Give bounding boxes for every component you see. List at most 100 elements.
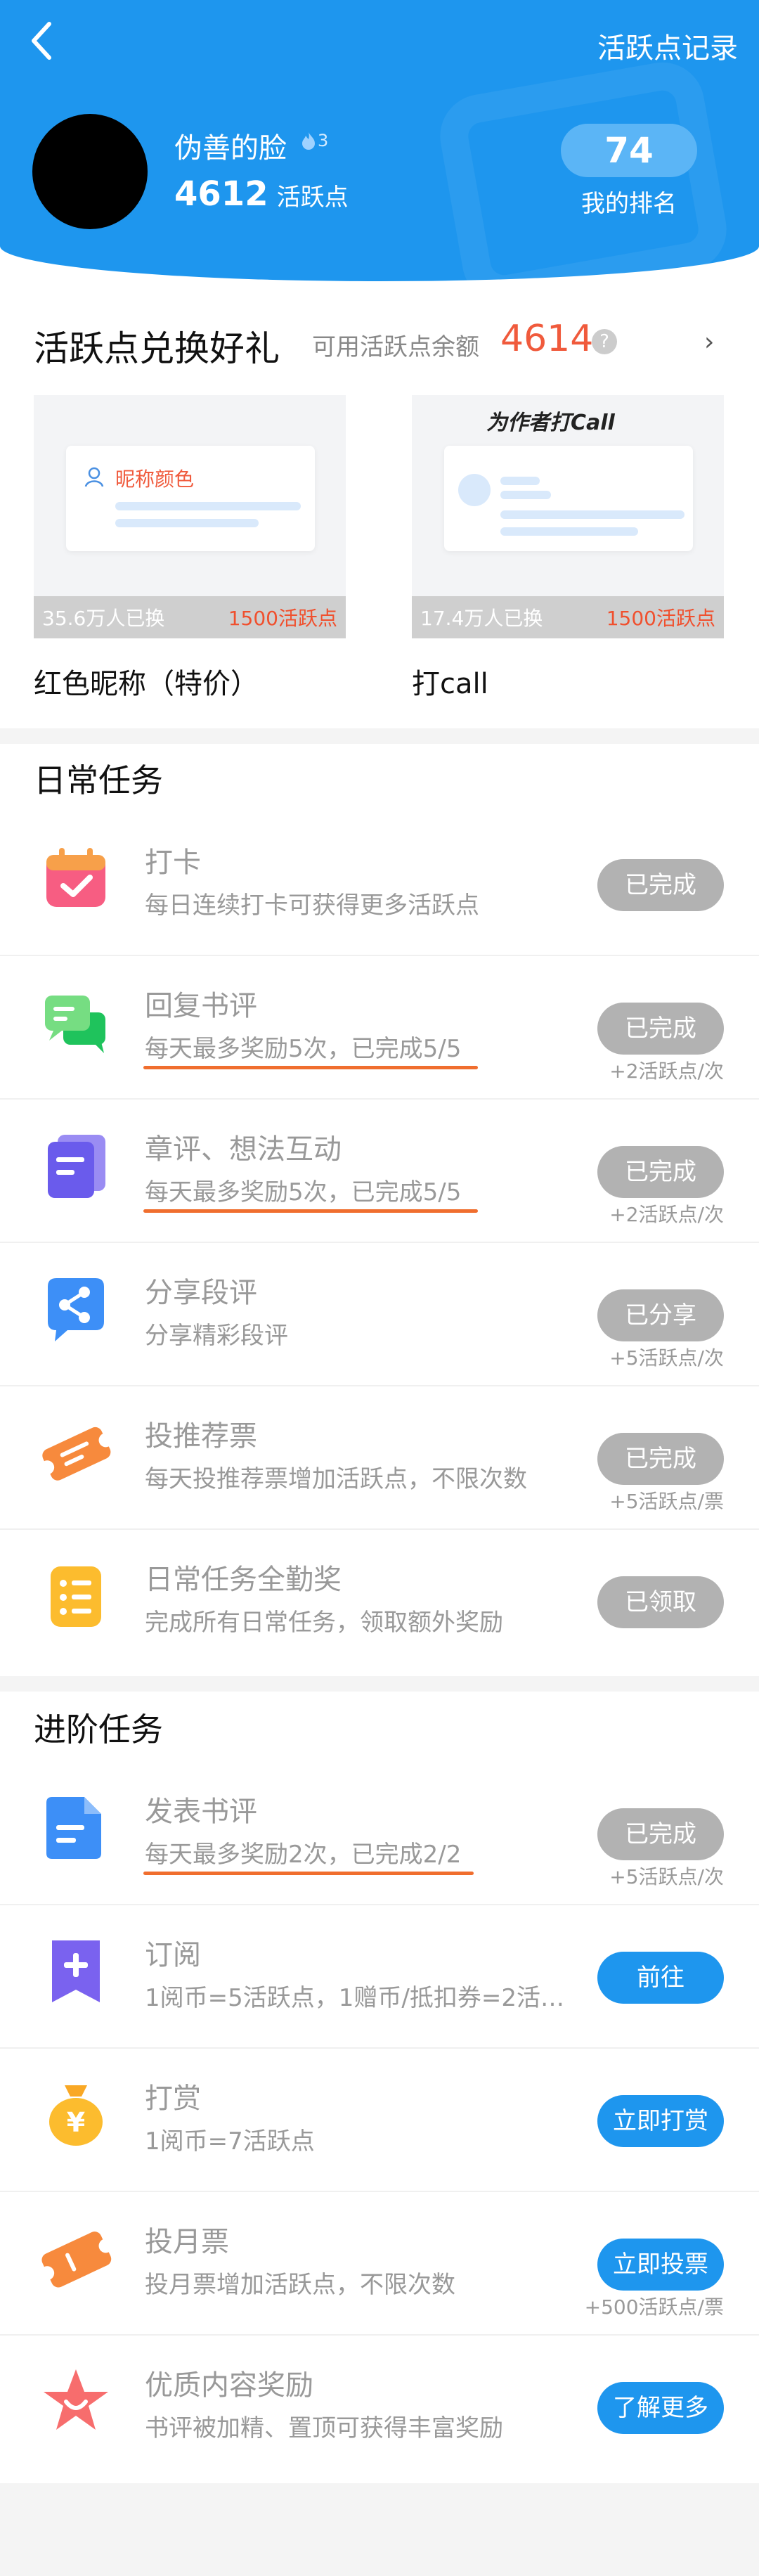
task-status-button[interactable]: 已完成: [597, 1146, 724, 1198]
task-desc: 每天最多奖励2次，已完成2/2: [145, 1841, 462, 1869]
user-name: 伪善的脸: [174, 132, 287, 165]
task-tip: ¥ 打赏 1阅币=7活跃点 立即打赏: [0, 2049, 759, 2192]
task-desc: 分享精彩段评: [145, 1322, 288, 1350]
back-icon[interactable]: [28, 20, 63, 69]
chat-bubbles-icon: [45, 996, 105, 1053]
activity-record-link[interactable]: 活跃点记录: [597, 25, 738, 66]
points-unit: 活跃点: [276, 183, 349, 212]
task-desc: 每日连续打卡可获得更多活跃点: [145, 891, 479, 920]
list-icon: [51, 1566, 101, 1627]
task-post-review: 发表书评 每天最多奖励2次，已完成2/2 已完成 +5活跃点/次: [0, 1762, 759, 1905]
gift-price: 1500活跃点: [228, 607, 337, 630]
task-title: 日常任务全勤奖: [145, 1564, 342, 1596]
task-desc: 完成所有日常任务，领取额外奖励: [145, 1609, 503, 1637]
task-desc: 每天投推荐票增加活跃点，不限次数: [145, 1465, 527, 1493]
ticket-icon: [40, 1427, 112, 1481]
svg-text:¥: ¥: [67, 2107, 85, 2138]
task-reward: +500活跃点/票: [584, 2295, 724, 2319]
gift-preview-text: 为作者打Call: [486, 411, 615, 435]
task-title: 投月票: [145, 2226, 229, 2258]
gift-info-bar: 17.4万人已换 1500活跃点: [412, 596, 724, 638]
task-title: 打卡: [145, 846, 201, 879]
profile-header: 活跃点记录 伪善的脸 3 4612 活跃点 74 我的排名: [0, 0, 759, 281]
user-level-badge: 3: [301, 131, 328, 150]
placeholder-line: [500, 477, 540, 485]
gift-card-call[interactable]: 为作者打Call 17.4万人已换 1500活跃点: [412, 395, 724, 638]
rank-label[interactable]: 我的排名: [561, 184, 697, 219]
chevron-right-icon[interactable]: ›: [704, 328, 714, 356]
task-status-button[interactable]: 已分享: [597, 1289, 724, 1341]
task-subscribe: 订阅 1阅币=5活跃点，1赠币/抵扣券=2活… 前往: [0, 1905, 759, 2049]
task-quality-content: 优质内容奖励 书评被加精、置顶可获得丰富奖励 了解更多: [0, 2336, 759, 2479]
avatar-placeholder: [458, 474, 491, 506]
task-status-button[interactable]: 已完成: [597, 1433, 724, 1485]
learn-more-button[interactable]: 了解更多: [597, 2382, 724, 2434]
gift-info-bar: 35.6万人已换 1500活跃点: [34, 596, 346, 638]
placeholder-line: [115, 502, 301, 510]
task-title: 优质内容奖励: [145, 2369, 313, 2402]
task-title: 分享段评: [145, 1277, 257, 1309]
gift-exchanged-count: 17.4万人已换: [420, 607, 543, 630]
help-icon[interactable]: ?: [592, 329, 617, 354]
task-status-button[interactable]: 已完成: [597, 1003, 724, 1055]
gift-name[interactable]: 打call: [412, 661, 488, 702]
highlight-underline: [143, 1872, 474, 1875]
task-desc: 1阅币=7活跃点: [145, 2127, 315, 2156]
page-bottom-area: [0, 2483, 759, 2576]
placeholder-line: [500, 491, 551, 499]
user-level: 3: [318, 131, 329, 150]
task-title: 回复书评: [145, 990, 257, 1022]
document-stack-icon: [48, 1135, 105, 1198]
task-status-button[interactable]: 已完成: [597, 1808, 724, 1860]
task-title: 打赏: [145, 2082, 201, 2115]
task-title: 章评、想法互动: [145, 1133, 342, 1166]
task-title: 订阅: [145, 1939, 201, 1971]
tip-now-button[interactable]: 立即打赏: [597, 2095, 724, 2147]
rank-value[interactable]: 74: [561, 124, 697, 177]
gift-preview: 为作者打Call: [444, 411, 693, 551]
task-desc: 书评被加精、置顶可获得丰富奖励: [145, 2414, 503, 2442]
monthly-ticket-icon: [40, 2232, 112, 2288]
daily-tasks-title: 日常任务: [34, 761, 163, 799]
exchange-title: 活跃点兑换好礼: [34, 328, 280, 369]
task-reply-review: 回复书评 每天最多奖励5次，已完成5/5 已完成 +2活跃点/次: [0, 956, 759, 1100]
task-reward: +2活跃点/次: [609, 1203, 724, 1226]
gift-exchanged-count: 35.6万人已换: [42, 607, 165, 630]
money-bag-icon: ¥: [49, 2085, 103, 2146]
avatar[interactable]: [32, 114, 148, 229]
task-title: 发表书评: [145, 1796, 257, 1828]
task-go-button[interactable]: 前往: [597, 1952, 724, 2004]
task-recommend-vote: 投推荐票 每天投推荐票增加活跃点，不限次数 已完成 +5活跃点/票: [0, 1386, 759, 1530]
task-desc: 每天最多奖励5次，已完成5/5: [145, 1178, 462, 1206]
gift-name[interactable]: 红色昵称（特价）: [34, 661, 259, 702]
gift-preview: 昵称颜色: [66, 446, 315, 551]
balance-label: 可用活跃点余额: [312, 333, 479, 361]
task-reward: +2活跃点/次: [609, 1060, 724, 1083]
star-badge-icon: [44, 2369, 108, 2430]
flame-icon: [302, 132, 315, 150]
task-desc: 1阅币=5活跃点，1赠币/抵扣券=2活…: [145, 1984, 564, 2012]
placeholder-line: [500, 510, 685, 519]
task-status-button[interactable]: 已完成: [597, 859, 724, 911]
section-divider: [0, 1676, 759, 1692]
highlight-underline: [143, 1209, 478, 1213]
advanced-tasks-title: 进阶任务: [34, 1711, 163, 1749]
section-divider: [0, 728, 759, 744]
task-reward: +5活跃点/票: [609, 1490, 724, 1513]
points-value: 4612: [174, 174, 268, 214]
task-title: 投推荐票: [145, 1420, 257, 1453]
task-share-comment: 分享段评 分享精彩段评 已分享 +5活跃点/次: [0, 1243, 759, 1386]
balance-value: 4614: [500, 318, 594, 360]
share-icon: [48, 1278, 104, 1341]
gift-card-red-nickname[interactable]: 昵称颜色 35.6万人已换 1500活跃点: [34, 395, 346, 638]
placeholder-line: [115, 519, 259, 527]
user-points: 4612 活跃点: [174, 174, 349, 214]
highlight-underline: [143, 1066, 478, 1069]
task-reward: +5活跃点/次: [609, 1346, 724, 1370]
task-desc: 每天最多奖励5次，已完成5/5: [145, 1035, 462, 1063]
bookmark-plus-icon: [52, 1940, 100, 2002]
vote-now-button[interactable]: 立即投票: [597, 2239, 724, 2291]
document-edit-icon: [46, 1797, 101, 1859]
task-status-button[interactable]: 已领取: [597, 1576, 724, 1628]
gift-price: 1500活跃点: [606, 607, 715, 630]
